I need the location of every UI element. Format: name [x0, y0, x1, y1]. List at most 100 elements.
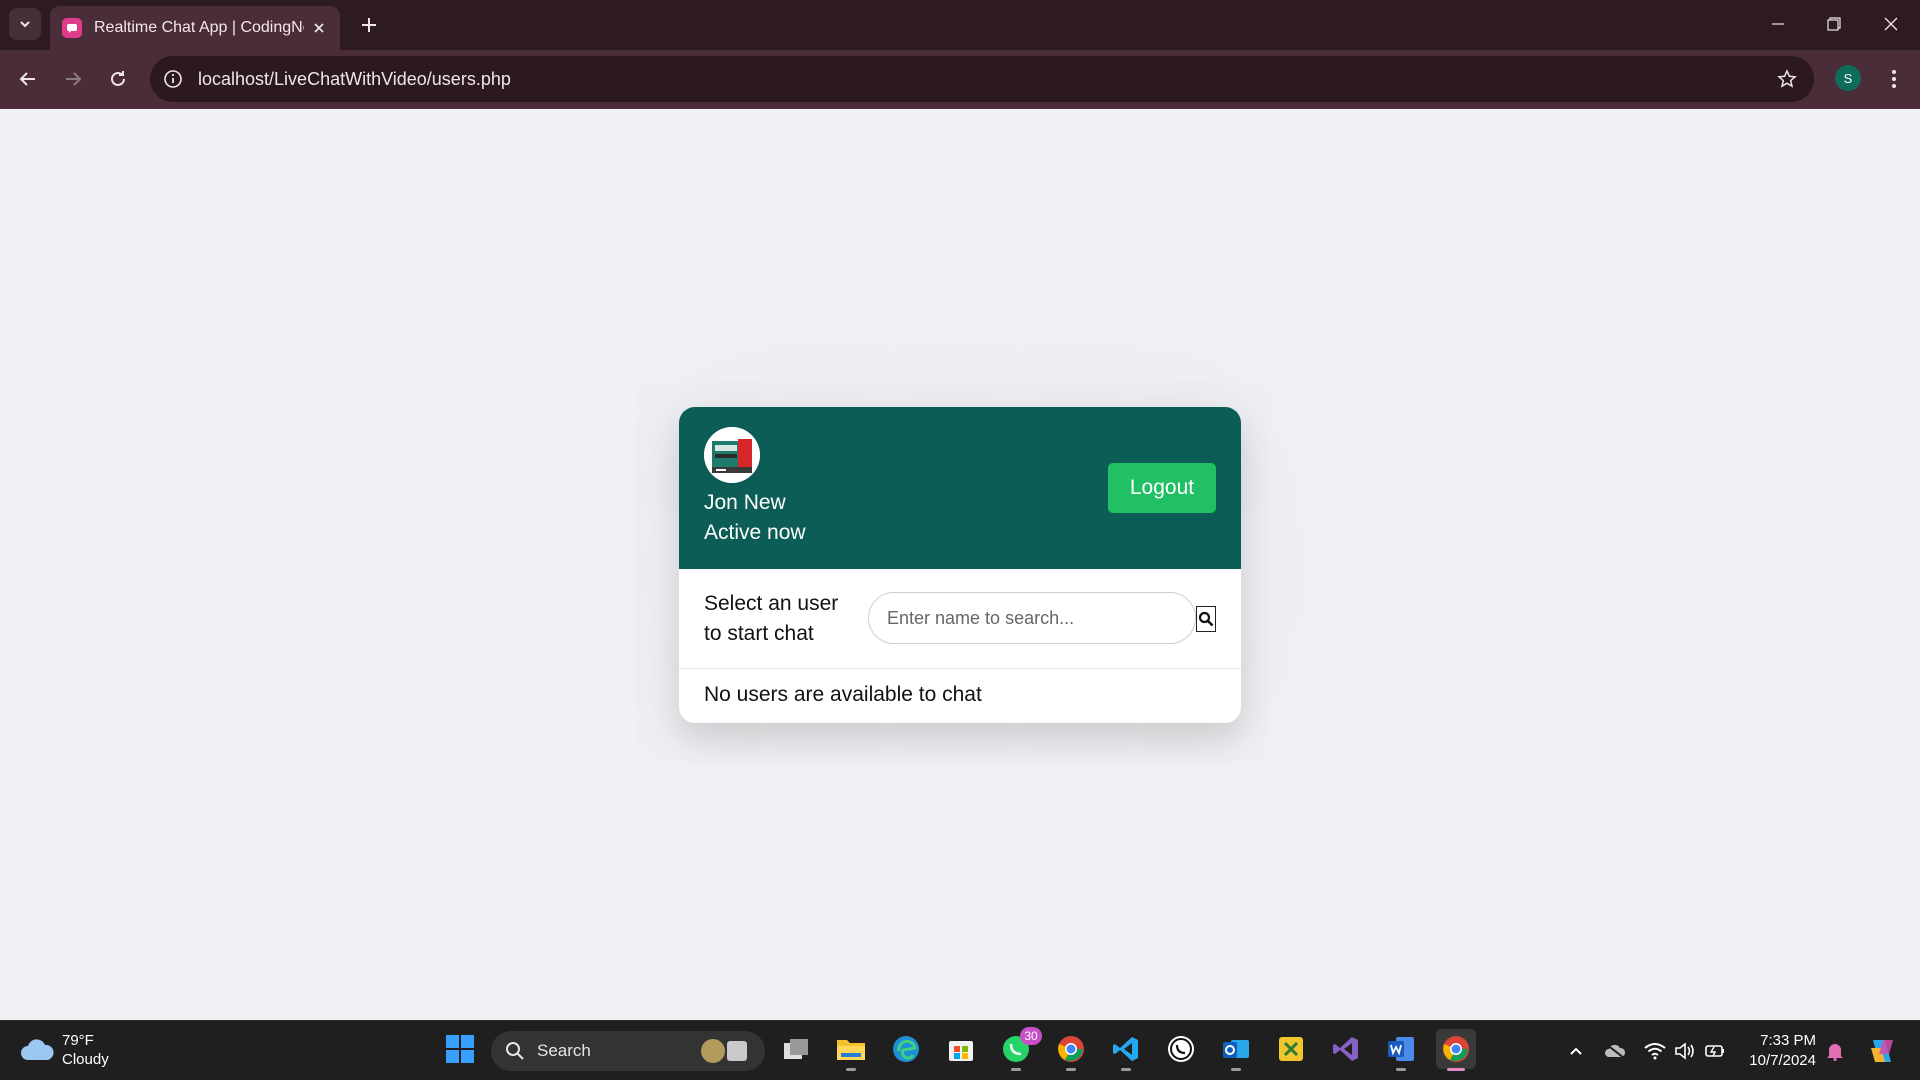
chrome-icon	[1058, 1036, 1084, 1062]
notification-badge: 30	[1020, 1027, 1042, 1045]
weather-widget[interactable]: 79°F Cloudy	[20, 1031, 109, 1069]
show-hidden-icons-button[interactable]	[1564, 1039, 1588, 1063]
search-button[interactable]	[1196, 606, 1216, 632]
task-view-button[interactable]	[776, 1029, 816, 1069]
vscode-button[interactable]	[1106, 1029, 1146, 1071]
running-indicator	[1447, 1068, 1465, 1071]
snipping-tool-button[interactable]	[1271, 1029, 1311, 1069]
search-highlight-icon	[701, 1039, 747, 1063]
cloud-icon	[21, 1039, 54, 1060]
snipping-tool-icon	[1279, 1037, 1303, 1061]
search-icon	[1198, 611, 1214, 627]
windows-logo-icon	[446, 1035, 474, 1063]
weather-description: Cloudy	[62, 1051, 109, 1068]
search-input[interactable]	[868, 592, 1196, 644]
battery-button[interactable]	[1703, 1039, 1727, 1063]
forward-button[interactable]	[55, 61, 91, 97]
taskbar-search-label: Search	[537, 1041, 591, 1060]
minimize-button[interactable]	[1755, 6, 1801, 42]
users-header: Jon New Active now Logout	[679, 407, 1241, 569]
chrome-active-button[interactable]	[1436, 1029, 1476, 1071]
bookmark-star-icon[interactable]	[1776, 68, 1798, 90]
empty-users-message: No users are available to chat	[704, 683, 982, 706]
restore-button[interactable]	[1811, 6, 1857, 42]
microsoft-store-button[interactable]	[941, 1029, 981, 1069]
outlook-icon	[1223, 1040, 1249, 1058]
start-button[interactable]	[440, 1029, 480, 1069]
battery-charging-icon	[1705, 1045, 1724, 1057]
weather-temperature: 79°F	[62, 1032, 94, 1049]
profile-picture-icon	[704, 427, 760, 483]
word-button[interactable]	[1381, 1029, 1421, 1071]
bell-icon	[1827, 1044, 1843, 1061]
browser-tab-bar: Realtime Chat App | CodingNepal	[0, 0, 1920, 50]
folder-icon	[837, 1040, 865, 1060]
tab-search-button[interactable]	[9, 8, 41, 40]
taskbar-search[interactable]: Search	[491, 1031, 765, 1071]
speaker-icon	[1675, 1042, 1694, 1060]
reload-icon	[111, 71, 125, 86]
chrome-profile-button[interactable]	[1051, 1029, 1091, 1071]
browser-toolbar: localhost/LiveChatWithVideo/users.php S	[0, 50, 1920, 109]
edge-icon	[893, 1036, 919, 1062]
whatsapp-business-button[interactable]: 30	[996, 1027, 1042, 1071]
running-indicator	[846, 1068, 856, 1071]
minimize-icon	[1772, 23, 1784, 25]
visual-studio-button[interactable]	[1326, 1029, 1366, 1069]
restore-icon	[1827, 17, 1841, 31]
close-icon	[1884, 17, 1898, 31]
running-indicator	[1011, 1068, 1021, 1071]
back-button[interactable]	[10, 61, 46, 97]
wifi-icon	[1644, 1043, 1666, 1060]
vscode-icon	[1113, 1037, 1138, 1061]
reload-button[interactable]	[100, 61, 136, 97]
system-clock[interactable]: 7:33 PM 10/7/2024	[1738, 1031, 1816, 1071]
windows-taskbar: 79°F Cloudy Search 30 7:33 PM 10/7/2024	[0, 1020, 1920, 1080]
chevron-down-icon	[20, 21, 30, 28]
chevron-up-icon	[1570, 1047, 1582, 1055]
new-tab-button[interactable]	[353, 9, 385, 41]
chat-app-favicon-icon	[62, 18, 82, 38]
user-avatar	[704, 427, 760, 483]
url-text: localhost/LiveChatWithVideo/users.php	[198, 68, 511, 89]
logout-button[interactable]: Logout	[1108, 463, 1216, 513]
copilot-button[interactable]	[1866, 1035, 1898, 1067]
edge-button[interactable]	[886, 1029, 926, 1069]
file-explorer-button[interactable]	[831, 1029, 871, 1071]
user-status: Active now	[704, 521, 806, 544]
whatsapp-icon	[1168, 1036, 1194, 1062]
running-indicator	[1231, 1068, 1241, 1071]
browser-menu-button[interactable]	[1880, 63, 1908, 95]
plus-icon	[362, 18, 376, 32]
notifications-button[interactable]	[1823, 1039, 1847, 1063]
task-view-icon	[784, 1039, 808, 1059]
search-section: Select an user to start chat	[679, 569, 1241, 669]
tab-title: Realtime Chat App | CodingNepal	[94, 19, 304, 36]
chrome-icon	[1443, 1036, 1469, 1062]
browser-tab[interactable]: Realtime Chat App | CodingNepal	[50, 6, 340, 50]
whatsapp-button[interactable]	[1161, 1029, 1201, 1069]
word-icon	[1388, 1037, 1414, 1061]
running-indicator	[1066, 1068, 1076, 1071]
tab-close-icon[interactable]	[308, 17, 330, 39]
site-info-icon[interactable]	[162, 68, 184, 90]
address-bar[interactable]: localhost/LiveChatWithVideo/users.php	[150, 56, 1814, 102]
visual-studio-icon	[1333, 1037, 1358, 1061]
close-window-button[interactable]	[1868, 6, 1914, 42]
copilot-icon	[1871, 1040, 1893, 1062]
wifi-button[interactable]	[1643, 1039, 1667, 1063]
more-vertical-icon	[1892, 70, 1896, 88]
running-indicator	[1121, 1068, 1131, 1071]
search-label: Select an user to start chat	[704, 592, 839, 645]
outlook-button[interactable]	[1216, 1029, 1256, 1071]
store-icon	[949, 1041, 973, 1061]
running-indicator	[1396, 1068, 1406, 1071]
search-icon	[506, 1042, 524, 1060]
cloud-offline-icon	[1605, 1043, 1626, 1059]
user-name: Jon New	[704, 491, 786, 514]
clock-date: 10/7/2024	[1749, 1052, 1816, 1069]
volume-button[interactable]	[1673, 1039, 1697, 1063]
profile-avatar[interactable]: S	[1835, 65, 1861, 91]
clock-time: 7:33 PM	[1760, 1032, 1816, 1049]
onedrive-tray-button[interactable]	[1603, 1039, 1627, 1063]
